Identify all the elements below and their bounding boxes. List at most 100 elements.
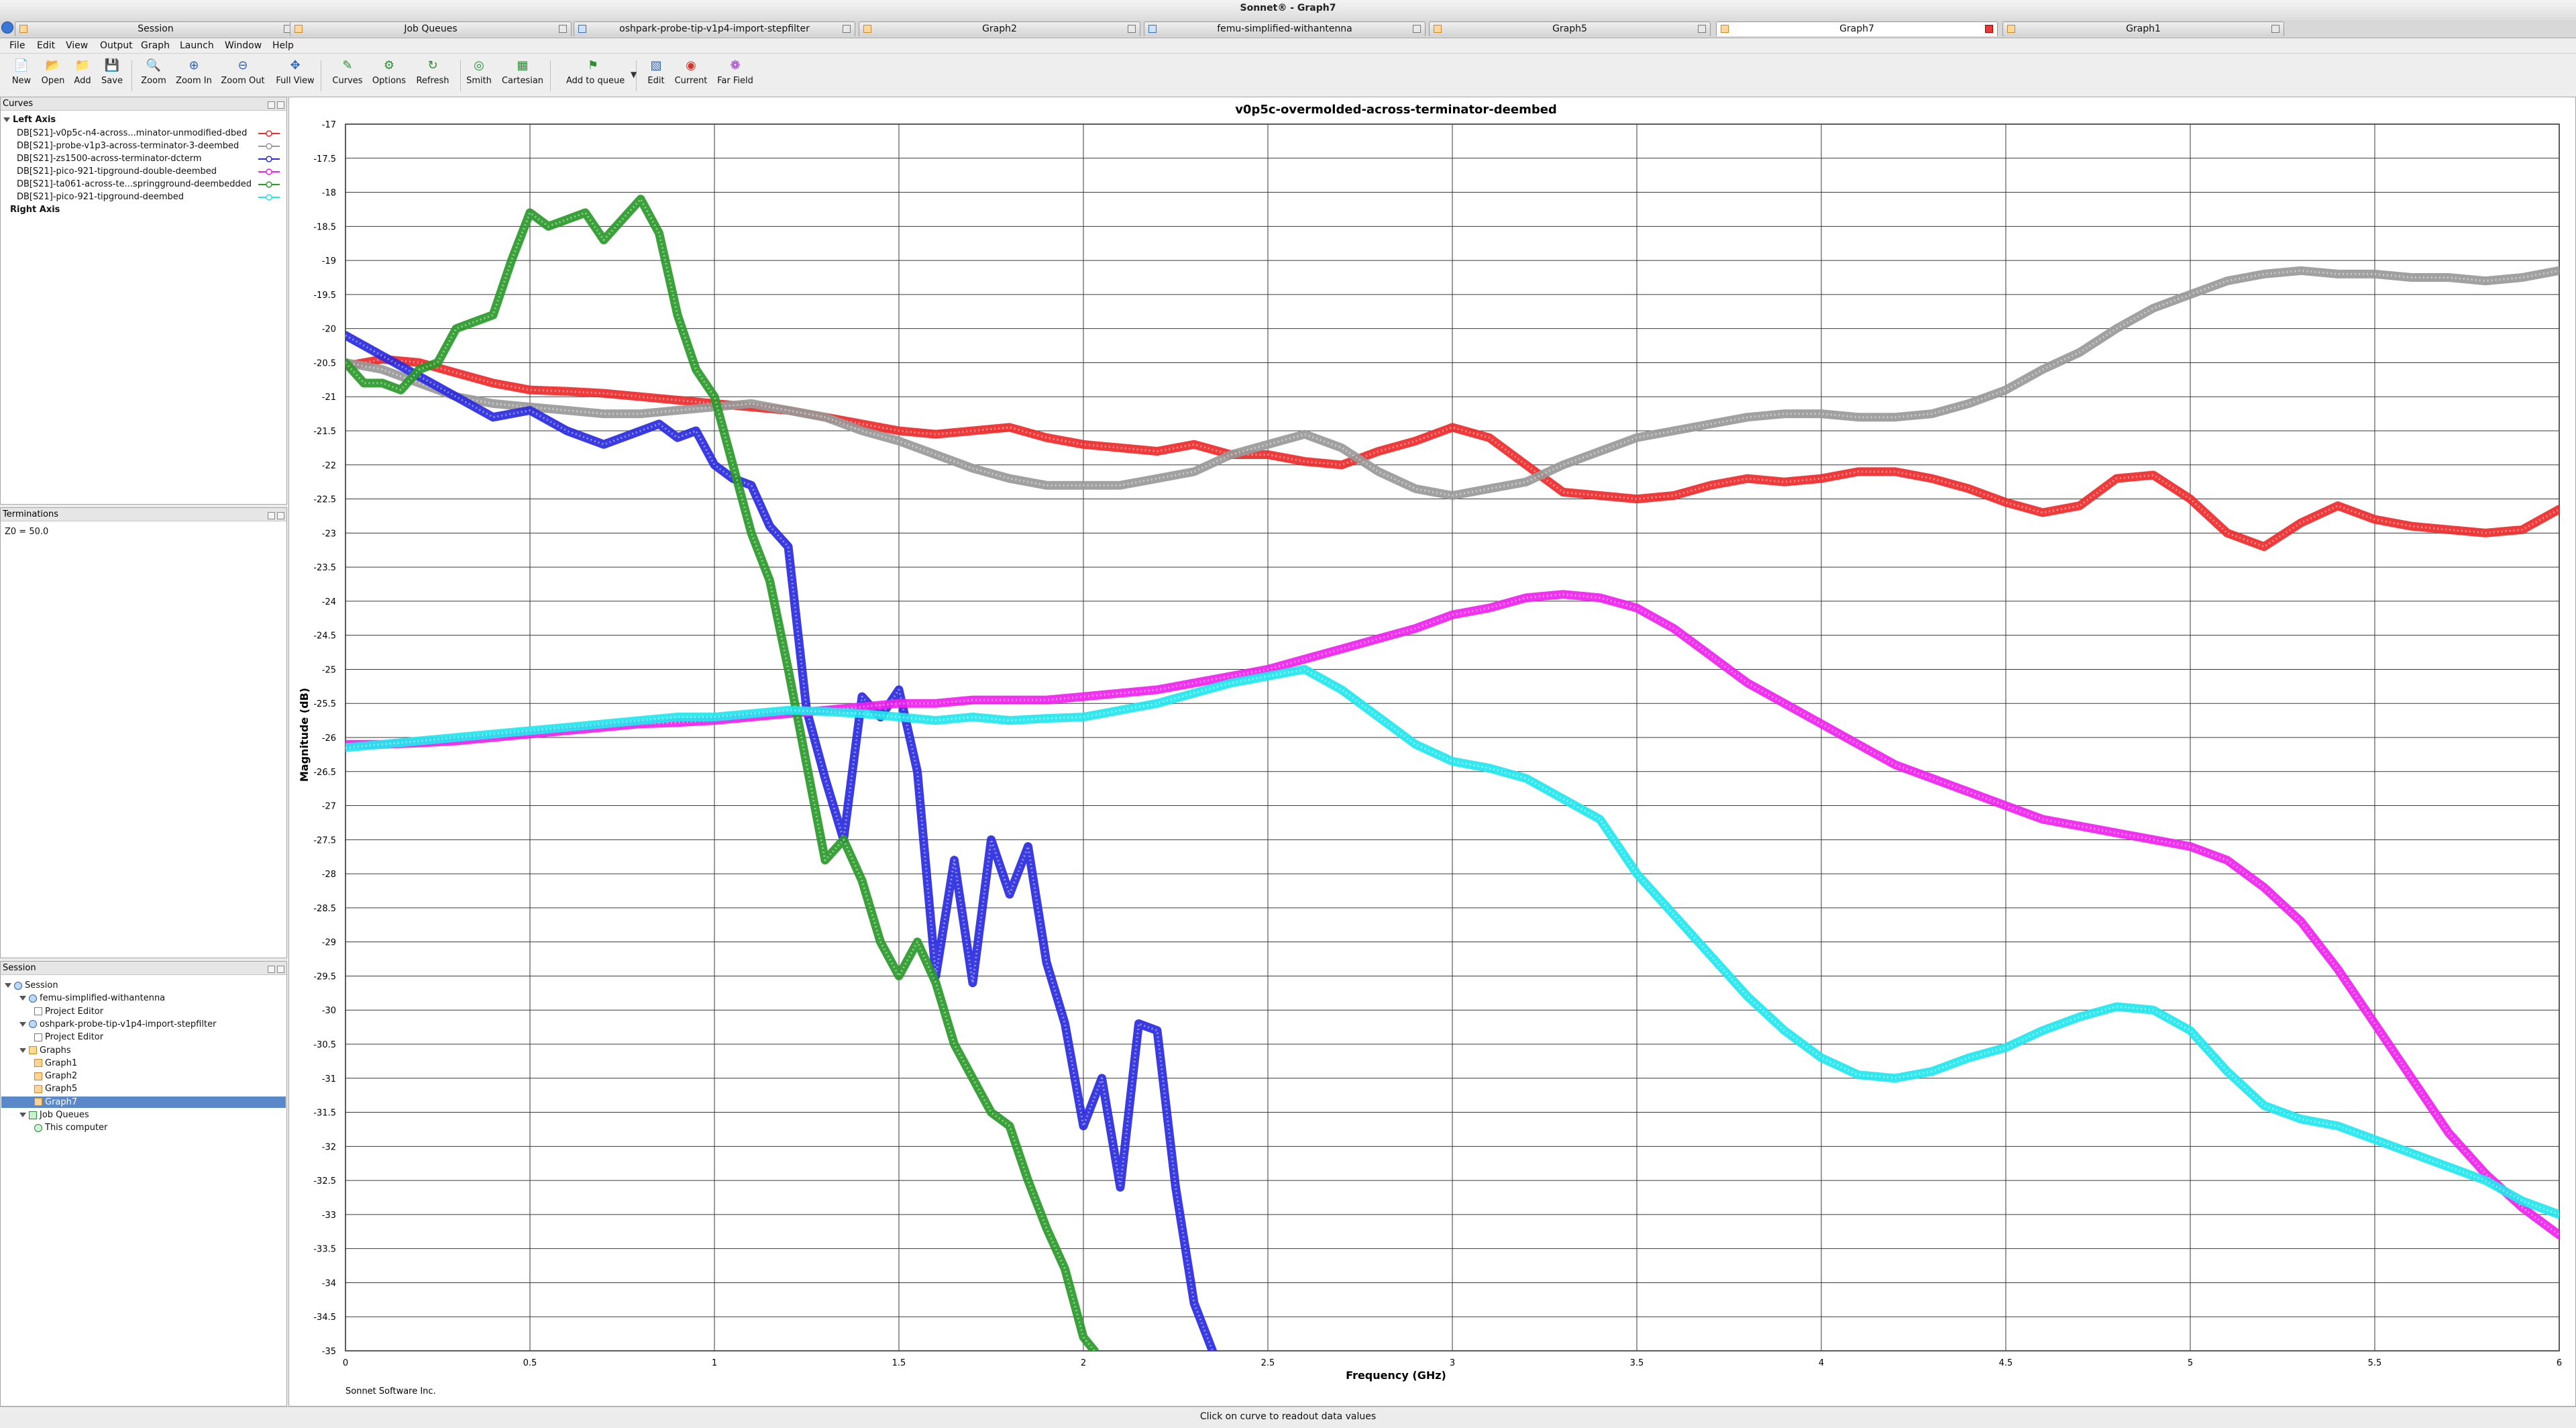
toolbar-zoom-in-button[interactable]: ⊕ Zoom In bbox=[167, 57, 221, 96]
expand-arrow-icon[interactable] bbox=[19, 996, 26, 1001]
toolbar-button-label: Add to queue bbox=[566, 76, 625, 86]
menu-launch[interactable]: Launch bbox=[180, 40, 214, 51]
y-tick-label: -32 bbox=[322, 1142, 336, 1152]
curve-legend-swatch bbox=[258, 181, 280, 188]
toolbar-separator bbox=[131, 60, 132, 91]
session-tree-node[interactable]: Session bbox=[5, 980, 58, 990]
edit-icon: ▧ bbox=[650, 58, 662, 72]
menu-window[interactable]: Window bbox=[225, 40, 262, 51]
tab-close-icon[interactable] bbox=[1985, 25, 1993, 33]
y-tick-label: -33.5 bbox=[313, 1245, 336, 1255]
expand-arrow-icon[interactable] bbox=[3, 117, 10, 122]
session-tree-node[interactable]: Job Queues bbox=[19, 1110, 89, 1120]
y-tick-label: -34 bbox=[322, 1278, 336, 1288]
curve-item[interactable]: DB[S21]-pico-921-tipground-deembed bbox=[17, 192, 184, 202]
session-tree-node[interactable]: Project Editor bbox=[34, 1007, 103, 1017]
sparameter-chart[interactable]: v0p5c-overmolded-across-terminator-deemb… bbox=[289, 97, 2575, 1406]
curves-panel-title: Curves bbox=[3, 99, 34, 109]
tab-session[interactable]: Session bbox=[15, 21, 297, 36]
curve-item[interactable]: DB[S21]-pico-921-tipground-double-deembe… bbox=[17, 166, 217, 176]
session-tree-node[interactable]: Graphs bbox=[19, 1046, 71, 1056]
tab-graph7[interactable]: Graph7 bbox=[1716, 21, 1998, 36]
tab-job-queues[interactable]: Job Queues bbox=[290, 21, 572, 36]
curves-icon: ✎ bbox=[342, 58, 353, 72]
session-tree-node[interactable]: femu-simplified-withantenna bbox=[19, 993, 165, 1003]
session-tree-node[interactable]: oshpark-probe-tip-v1p4-import-stepfilter bbox=[19, 1019, 216, 1029]
session-tree-node[interactable]: This computer bbox=[34, 1123, 107, 1133]
session-tree-node[interactable]: Graph1 bbox=[34, 1058, 77, 1068]
menu-help[interactable]: Help bbox=[272, 40, 294, 51]
project-icon bbox=[578, 25, 586, 33]
curve-item[interactable]: DB[S21]-ta061-across-te...springground-d… bbox=[17, 179, 252, 189]
curve-legend-swatch bbox=[258, 156, 280, 162]
toolbar-separator bbox=[550, 60, 551, 91]
panel-close-icon[interactable] bbox=[277, 512, 284, 519]
tab-femu-simplified-withantenna[interactable]: femu-simplified-withantenna bbox=[1144, 21, 1426, 36]
tab-graph5[interactable]: Graph5 bbox=[1429, 21, 1711, 36]
tab-close-icon[interactable] bbox=[2271, 25, 2279, 33]
left-axis-node[interactable]: Left Axis bbox=[3, 115, 56, 125]
menu-output[interactable]: Output bbox=[100, 40, 133, 51]
y-tick-label: -19.5 bbox=[313, 291, 336, 301]
smith-chart-icon: ◎ bbox=[474, 58, 484, 72]
y-tick-label: -24 bbox=[322, 597, 336, 607]
toolbar-add-to-queue-button[interactable]: ⚑ Add to queue bbox=[566, 57, 625, 96]
curve-legend-swatch bbox=[258, 130, 280, 137]
y-tick-label: -25 bbox=[322, 665, 336, 675]
expand-arrow-icon[interactable] bbox=[19, 1021, 26, 1027]
menu-edit[interactable]: Edit bbox=[37, 40, 55, 51]
session-tree-node[interactable]: Graph2 bbox=[34, 1071, 77, 1081]
panel-close-icon[interactable] bbox=[277, 966, 284, 973]
session-tree-node[interactable]: Graph5 bbox=[34, 1084, 77, 1094]
y-tick-label: -27 bbox=[322, 802, 336, 812]
tab-graph2[interactable]: Graph2 bbox=[859, 21, 1140, 36]
menu-graph[interactable]: Graph bbox=[141, 40, 170, 51]
panel-float-icon[interactable] bbox=[268, 966, 275, 973]
tab-graph1[interactable]: Graph1 bbox=[2002, 21, 2284, 36]
curve-item[interactable]: DB[S21]-v0p5c-n4-across...minator-unmodi… bbox=[17, 128, 247, 138]
panel-float-icon[interactable] bbox=[268, 101, 275, 109]
y-tick-label: -23.5 bbox=[313, 563, 336, 573]
y-tick-label: -21 bbox=[322, 393, 336, 403]
panel-float-icon[interactable] bbox=[268, 512, 275, 519]
y-tick-label: -22 bbox=[322, 461, 336, 471]
right-axis-label: Right Axis bbox=[10, 205, 60, 215]
tab-close-icon[interactable] bbox=[1698, 25, 1706, 33]
expand-arrow-icon[interactable] bbox=[5, 983, 11, 988]
toolbar-button-label: Zoom Out bbox=[221, 76, 265, 86]
menu-bar: File Edit View Output Graph Launch Window Help bbox=[0, 38, 2576, 54]
toolbar-refresh-button[interactable]: ↻ Refresh bbox=[406, 57, 460, 96]
y-tick-label: -33 bbox=[322, 1211, 336, 1221]
tab-close-icon[interactable] bbox=[1413, 25, 1421, 33]
right-axis-node[interactable]: Right Axis bbox=[10, 205, 60, 215]
tab-close-icon[interactable] bbox=[559, 25, 567, 33]
queue-dropdown-icon[interactable]: ▼ bbox=[631, 70, 637, 79]
y-tick-label: -22.5 bbox=[313, 495, 336, 505]
status-bar: Click on curve to readout data values bbox=[0, 1407, 2576, 1428]
session-tree-node[interactable]: Project Editor bbox=[34, 1032, 103, 1042]
toolbar-full-view-button[interactable]: ✥ Full View bbox=[268, 57, 322, 96]
menu-view[interactable]: View bbox=[66, 40, 88, 51]
y-tick-label: -30 bbox=[322, 1006, 336, 1016]
panel-close-icon[interactable] bbox=[277, 101, 284, 109]
x-tick-label: 4.5 bbox=[1999, 1358, 2013, 1368]
expand-arrow-icon[interactable] bbox=[19, 1048, 26, 1053]
tab-close-icon[interactable] bbox=[843, 25, 851, 33]
tree-node-label: Project Editor bbox=[45, 1006, 104, 1017]
terminations-panel-title: Terminations bbox=[3, 509, 59, 519]
toolbar-zoom-out-button[interactable]: ⊖ Zoom Out bbox=[216, 57, 270, 96]
curve-item[interactable]: DB[S21]-probe-v1p3-across-terminator-3-d… bbox=[17, 141, 239, 151]
tree-node-label: Graph1 bbox=[45, 1058, 78, 1068]
expand-arrow-icon[interactable] bbox=[19, 1113, 26, 1117]
graph-icon bbox=[34, 1059, 42, 1068]
session-tree-node[interactable]: Graph7 bbox=[34, 1097, 77, 1107]
curve-item[interactable]: DB[S21]-zs1500-across-terminator-dcterm bbox=[17, 154, 202, 164]
toolbar-button-label: Cartesian bbox=[501, 76, 544, 86]
tab-close-icon[interactable] bbox=[1128, 25, 1136, 33]
menu-file[interactable]: File bbox=[9, 40, 25, 51]
y-tick-label: -24.5 bbox=[313, 631, 336, 642]
toolbar-far-field-button[interactable]: ❁ Far Field bbox=[708, 57, 762, 96]
window-title: Sonnet® - Graph7 bbox=[1240, 3, 1336, 13]
toolbar-cartesian-button[interactable]: ▦ Cartesian bbox=[496, 57, 549, 96]
tab-oshpark-probe-tip-v1p4-import-stepfilter[interactable]: oshpark-probe-tip-v1p4-import-stepfilter bbox=[574, 21, 855, 36]
